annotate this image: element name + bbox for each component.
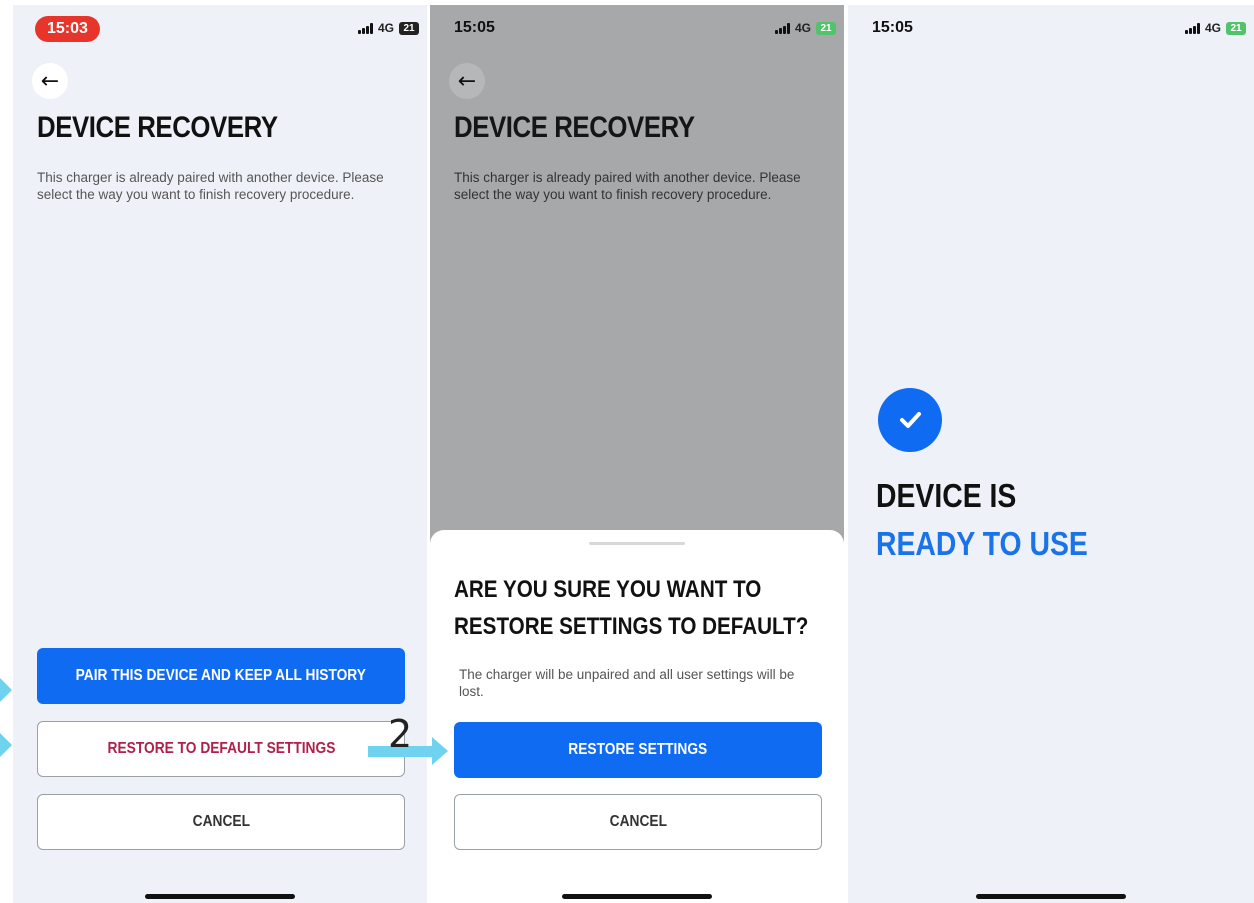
annotation-arrow-pair bbox=[0, 678, 12, 702]
battery-charging-icon: 21 bbox=[1226, 21, 1246, 35]
back-arrow-icon[interactable]: ← bbox=[32, 63, 68, 99]
page-description: This charger is already paired with anot… bbox=[454, 170, 801, 202]
home-indicator bbox=[562, 894, 712, 899]
home-indicator bbox=[976, 894, 1126, 899]
sheet-message: The charger will be unpaired and all use… bbox=[459, 667, 795, 699]
battery-icon: 21 bbox=[399, 21, 419, 35]
network-type: 4G bbox=[377, 21, 394, 35]
status-indicators: 4G 21 bbox=[357, 21, 419, 35]
status-indicators: 4G 21 bbox=[774, 21, 836, 35]
status-time: 15:03 bbox=[35, 16, 100, 42]
signal-icon bbox=[357, 22, 373, 34]
signal-icon bbox=[1184, 22, 1200, 34]
signal-icon bbox=[774, 22, 790, 34]
page-title: DEVICE RECOVERY bbox=[37, 111, 278, 144]
network-type: 4G bbox=[1204, 21, 1221, 35]
restore-default-button[interactable]: RESTORE TO DEFAULT SETTINGS bbox=[37, 721, 405, 777]
restore-settings-label: RESTORE SETTINGS bbox=[568, 741, 708, 758]
sheet-title: ARE YOU SURE YOU WANT TO RESTORE SETTING… bbox=[454, 576, 809, 640]
pair-device-label: PAIR THIS DEVICE AND KEEP ALL HISTORY bbox=[75, 667, 367, 684]
cancel-label: CANCEL bbox=[609, 813, 667, 830]
back-arrow-icon[interactable]: ← bbox=[449, 63, 485, 99]
step-number: 2 bbox=[388, 712, 413, 756]
screen-device-ready: 15:05 4G 21 DEVICE IS READY TO USE bbox=[848, 5, 1254, 903]
status-time: 15:05 bbox=[872, 19, 913, 36]
cancel-button[interactable]: CANCEL bbox=[454, 794, 822, 850]
sheet-grabber[interactable] bbox=[589, 542, 685, 545]
status-indicators: 4G 21 bbox=[1184, 21, 1246, 35]
cancel-label: CANCEL bbox=[192, 813, 250, 830]
page-title: DEVICE RECOVERY bbox=[454, 111, 695, 144]
pair-device-button[interactable]: PAIR THIS DEVICE AND KEEP ALL HISTORY bbox=[37, 648, 405, 704]
home-indicator bbox=[145, 894, 295, 899]
network-type: 4G bbox=[794, 21, 811, 35]
screen-device-recovery: 15:03 4G 21 ← DEVICE RECOVERY This charg… bbox=[13, 5, 427, 903]
success-subtitle: READY TO USE bbox=[876, 525, 1088, 562]
battery-charging-icon: 21 bbox=[816, 21, 836, 35]
cancel-button[interactable]: CANCEL bbox=[37, 794, 405, 850]
screen-restore-confirm: 15:05 4G 21 ← DEVICE RECOVERY This charg… bbox=[430, 5, 844, 903]
annotation-arrow-restore bbox=[0, 733, 12, 757]
checkmark-icon bbox=[878, 388, 942, 452]
confirm-bottom-sheet: ARE YOU SURE YOU WANT TO RESTORE SETTING… bbox=[430, 530, 844, 903]
success-title: DEVICE IS bbox=[876, 477, 1017, 514]
status-time: 15:05 bbox=[454, 19, 495, 36]
restore-settings-button[interactable]: RESTORE SETTINGS bbox=[454, 722, 822, 778]
page-description: This charger is already paired with anot… bbox=[37, 170, 384, 202]
restore-default-label: RESTORE TO DEFAULT SETTINGS bbox=[107, 740, 335, 757]
